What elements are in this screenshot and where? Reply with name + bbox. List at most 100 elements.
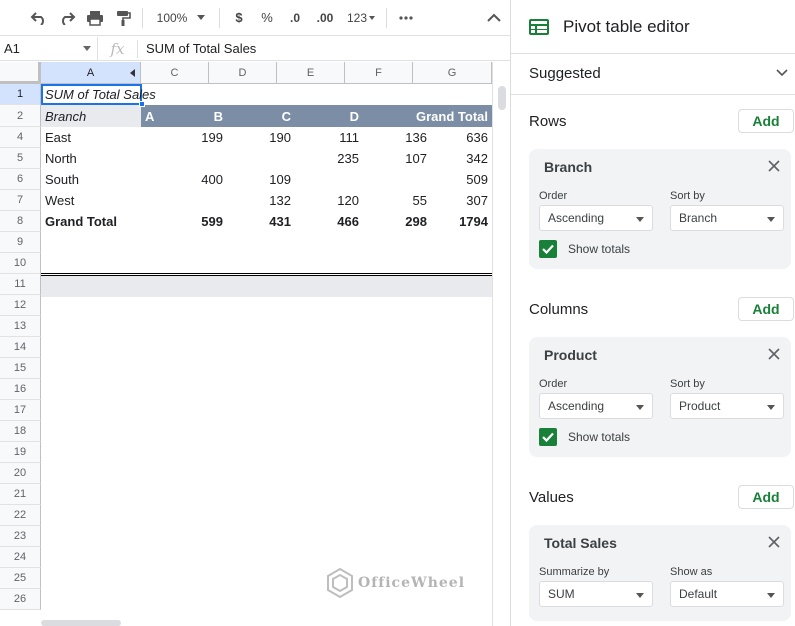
show-totals-checkbox[interactable] — [539, 428, 557, 446]
pivot-col-header-d[interactable]: D — [277, 105, 363, 127]
pivot-branch-header-cell[interactable]: Branch — [41, 105, 90, 127]
percent-button[interactable]: % — [256, 5, 278, 31]
show-totals-checkbox[interactable] — [539, 240, 557, 258]
rows-label: Rows — [529, 112, 567, 130]
row-header-8[interactable]: 8 — [0, 211, 41, 232]
chevron-down-icon — [83, 45, 91, 51]
add-column-button[interactable]: Add — [738, 297, 794, 321]
undo-icon[interactable] — [28, 5, 50, 31]
row-header-14[interactable]: 14 — [0, 337, 41, 358]
collapse-toolbar-icon[interactable] — [483, 5, 505, 31]
row-header-11[interactable]: 11 — [0, 274, 41, 295]
row-header-23[interactable]: 23 — [0, 526, 41, 547]
column-header-g[interactable]: G — [413, 62, 492, 84]
pivot-value-cell[interactable]: 509 — [406, 169, 492, 190]
print-icon[interactable] — [84, 5, 106, 31]
vertical-scrollbar[interactable] — [492, 62, 510, 626]
add-row-button[interactable]: Add — [738, 109, 794, 133]
show-as-select[interactable]: Default — [670, 581, 784, 607]
redo-icon[interactable] — [56, 5, 78, 31]
zoom-value: 100% — [156, 10, 188, 25]
sort-by-value: Branch — [679, 211, 718, 225]
checkmark-icon — [542, 432, 554, 443]
collapse-left-icon[interactable] — [130, 69, 135, 77]
column-header-f[interactable]: F — [345, 62, 413, 84]
summarize-by-label: Summarize by — [539, 566, 610, 578]
currency-button[interactable]: $ — [228, 5, 250, 31]
horizontal-scrollbar-thumb[interactable] — [41, 620, 121, 626]
row-header-5[interactable]: 5 — [0, 148, 41, 169]
column-header-a[interactable]: A — [41, 62, 141, 84]
panel-header: Pivot table editor — [511, 0, 795, 54]
column-field-card-product: Product Order Sort by Ascending Product … — [529, 337, 791, 457]
summarize-by-value: SUM — [548, 587, 575, 601]
sort-by-label: Sort by — [670, 378, 705, 390]
pivot-col-header-grand-total[interactable]: Grand Total — [395, 105, 492, 127]
chevron-down-icon — [636, 593, 644, 598]
column-header-d[interactable]: D — [209, 62, 277, 84]
row-header-13[interactable]: 13 — [0, 316, 41, 337]
row-header-12[interactable]: 12 — [0, 295, 41, 316]
row-header-9[interactable]: 9 — [0, 232, 41, 253]
pivot-row-label[interactable]: South — [41, 169, 83, 190]
row-header-21[interactable]: 21 — [0, 484, 41, 505]
close-icon[interactable] — [767, 535, 781, 549]
row-header-22[interactable]: 22 — [0, 505, 41, 526]
row-header-2[interactable]: 2 — [0, 105, 41, 127]
close-icon[interactable] — [767, 347, 781, 361]
row-header-4[interactable]: 4 — [0, 127, 41, 148]
row-header-1[interactable]: 1 — [0, 84, 41, 105]
row-header-20[interactable]: 20 — [0, 463, 41, 484]
sort-by-select[interactable]: Product — [670, 393, 784, 419]
divider — [511, 94, 795, 95]
chevron-down-icon — [636, 217, 644, 222]
row-header-7[interactable]: 7 — [0, 190, 41, 211]
row-header-18[interactable]: 18 — [0, 421, 41, 442]
order-select[interactable]: Ascending — [539, 205, 653, 231]
grand-total-cell[interactable]: 1794 — [406, 211, 492, 232]
row-header-6[interactable]: 6 — [0, 169, 41, 190]
increase-decimal-button[interactable]: .00 — [312, 5, 338, 31]
summarize-by-select[interactable]: SUM — [539, 581, 653, 607]
select-all-corner[interactable] — [0, 62, 41, 84]
row-header-10[interactable]: 10 — [0, 253, 41, 274]
pivot-value-cell[interactable]: 307 — [406, 190, 492, 211]
pivot-row-label[interactable]: West — [41, 190, 78, 211]
row-header-16[interactable]: 16 — [0, 379, 41, 400]
close-icon[interactable] — [767, 159, 781, 173]
pivot-row-label[interactable]: East — [41, 127, 75, 148]
name-box[interactable]: A1 — [0, 36, 98, 61]
show-as-value: Default — [679, 587, 718, 601]
suggested-label: Suggested — [529, 64, 601, 82]
value-field-card-total-sales: Total Sales Summarize by Show as SUM Def… — [529, 525, 791, 621]
column-header-c[interactable]: C — [141, 62, 209, 84]
decrease-decimal-button[interactable]: .0 — [284, 5, 306, 31]
row-header-19[interactable]: 19 — [0, 442, 41, 463]
zoom-select[interactable]: 100% — [151, 5, 211, 31]
paint-format-icon[interactable] — [112, 5, 134, 31]
more-options-icon[interactable] — [395, 5, 417, 31]
column-header-e[interactable]: E — [277, 62, 345, 84]
more-formats-button[interactable]: 123 — [344, 5, 378, 31]
order-select[interactable]: Ascending — [539, 393, 653, 419]
formula-bar: A1 fx SUM of Total Sales — [0, 36, 510, 61]
row-header-17[interactable]: 17 — [0, 400, 41, 421]
grand-total-label[interactable]: Grand Total — [41, 211, 121, 232]
pivot-value-cell[interactable]: 636 — [406, 127, 492, 148]
sort-by-select[interactable]: Branch — [670, 205, 784, 231]
pivot-value-cell[interactable]: 342 — [406, 148, 492, 169]
scrollbar-thumb[interactable] — [498, 86, 506, 110]
row-header-26[interactable]: 26 — [0, 589, 41, 610]
pivot-title-cell[interactable]: SUM of Total Sales — [41, 84, 160, 105]
row-header-15[interactable]: 15 — [0, 358, 41, 379]
add-value-button[interactable]: Add — [738, 485, 794, 509]
row-header-24[interactable]: 24 — [0, 547, 41, 568]
suggested-row[interactable]: Suggested — [529, 62, 794, 84]
toolbar-divider — [219, 7, 220, 28]
toolbar-divider — [386, 7, 387, 28]
formula-input[interactable]: SUM of Total Sales — [138, 41, 256, 56]
row-header-25[interactable]: 25 — [0, 568, 41, 589]
pivot-table-icon — [529, 18, 549, 35]
pivot-row-label[interactable]: North — [41, 148, 81, 169]
officewheel-logo-icon — [327, 568, 353, 598]
